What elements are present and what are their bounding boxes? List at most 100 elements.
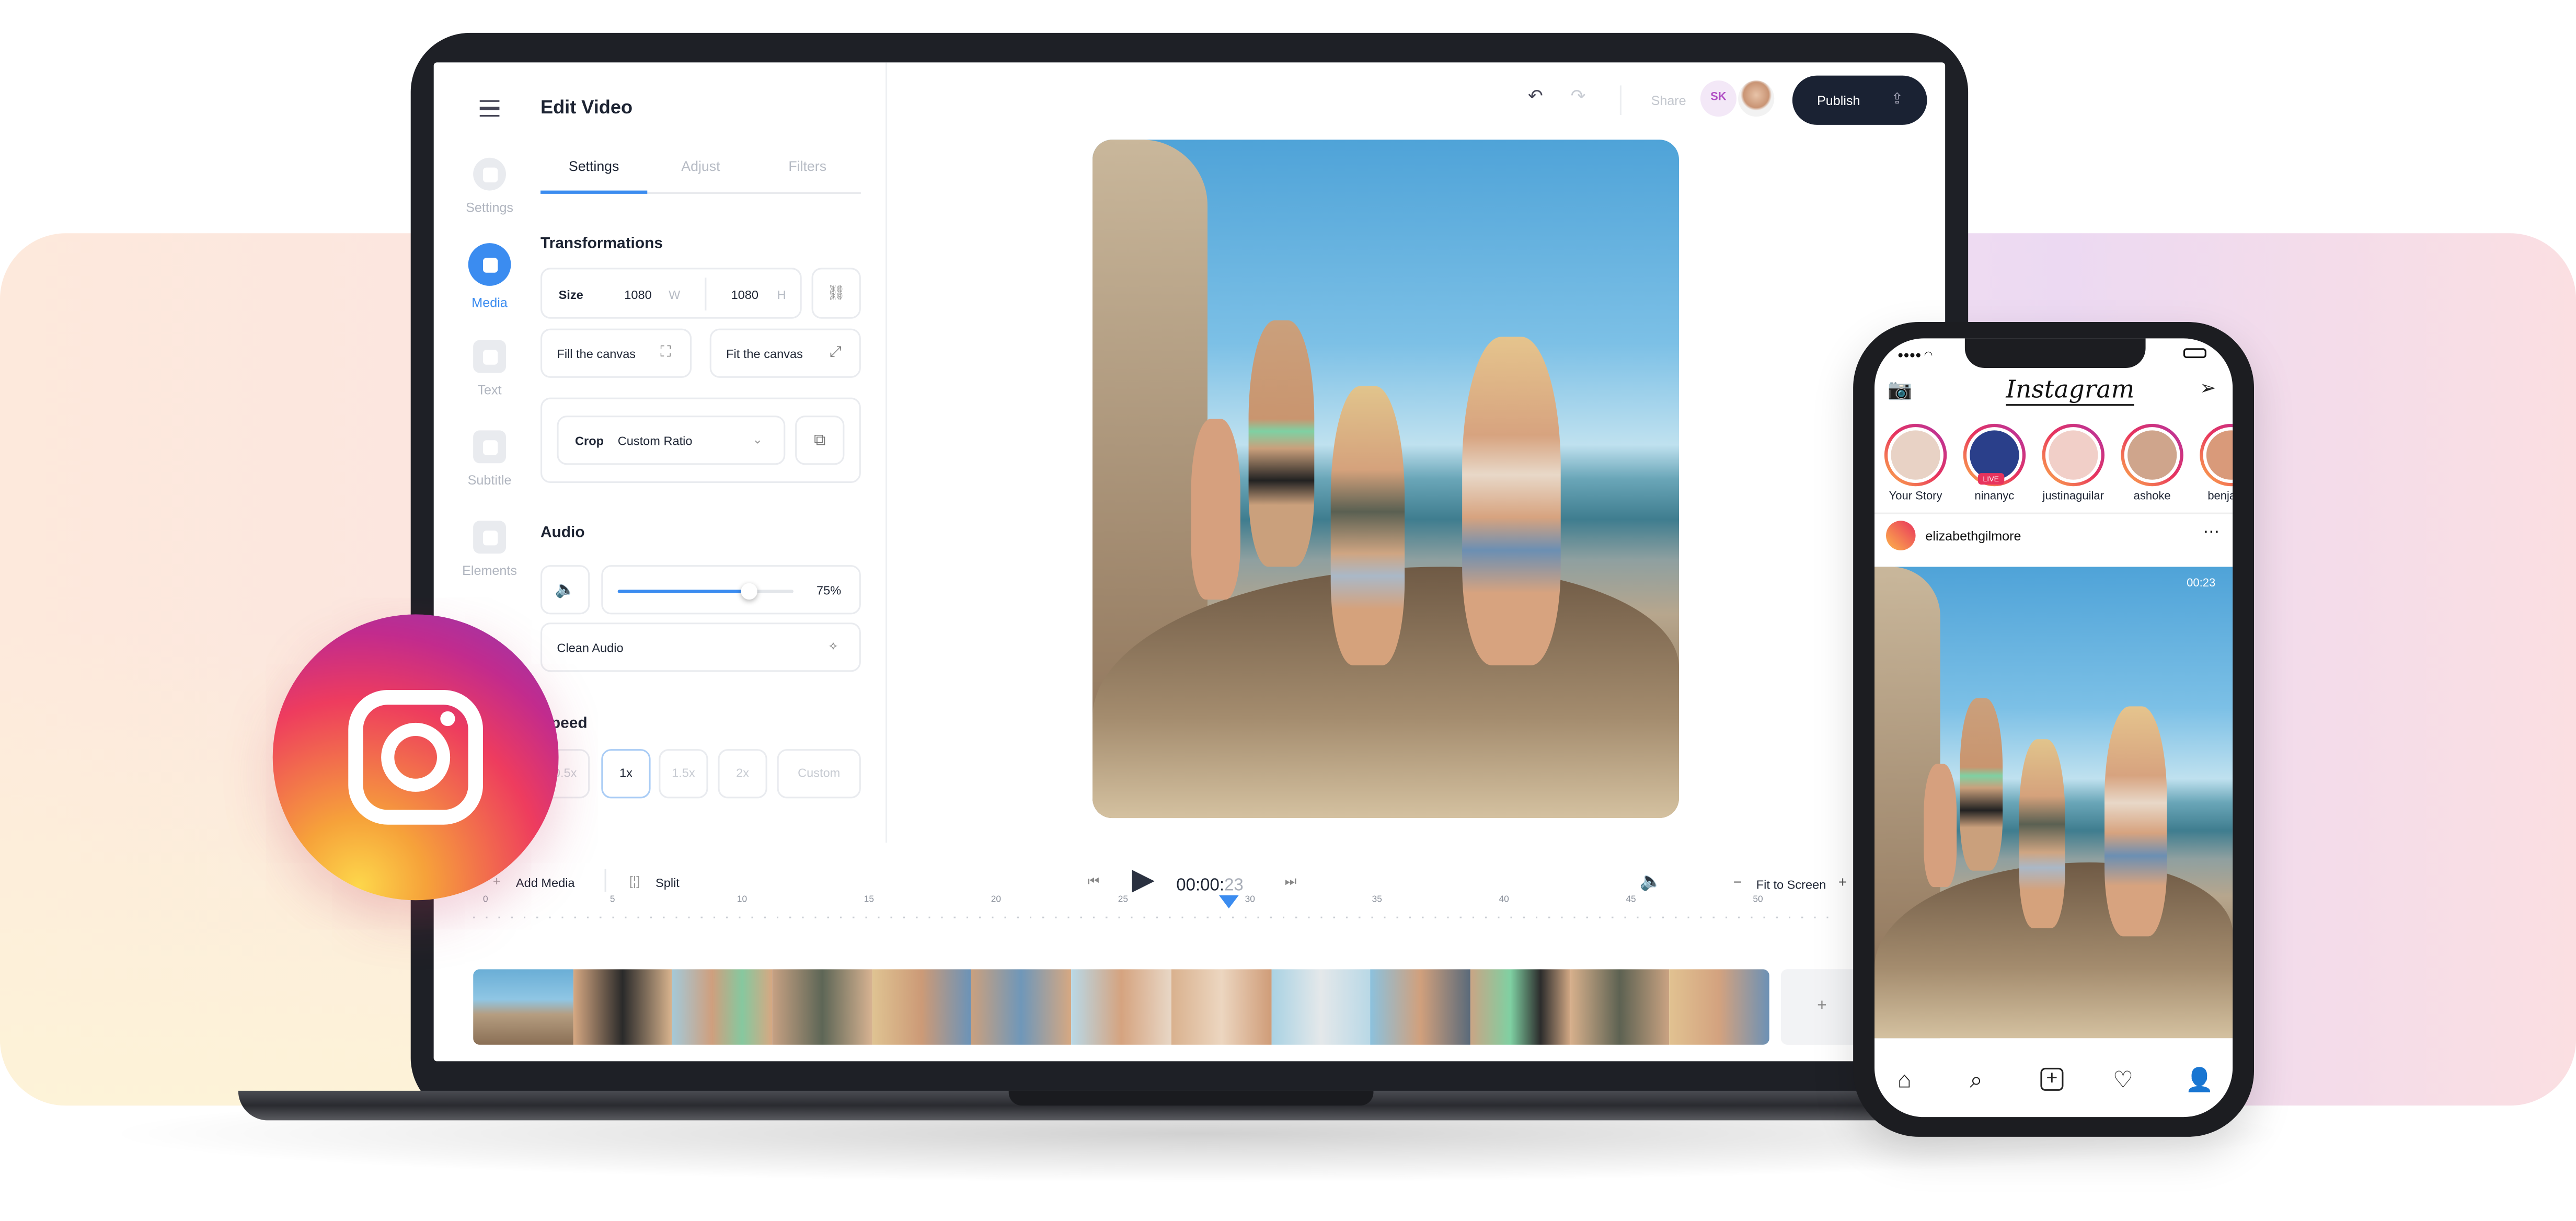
- timecode: 00:00:23: [1176, 876, 1244, 895]
- tab-filters[interactable]: Filters: [754, 158, 861, 192]
- filmstrip-frame: [572, 969, 673, 1045]
- filmstrip-frame: [1071, 969, 1171, 1045]
- speed-option-1x[interactable]: 1x: [601, 749, 651, 799]
- profile-icon[interactable]: 👤: [2185, 1066, 2214, 1094]
- zoom-out-icon[interactable]: −: [1733, 874, 1742, 890]
- sidebar-item-subtitle[interactable]: Subtitle: [457, 430, 523, 488]
- zoom-in-icon[interactable]: +: [1838, 874, 1847, 890]
- story-avatar: [2042, 423, 2104, 487]
- volume-knob[interactable]: [741, 583, 758, 600]
- share-button[interactable]: Share: [1651, 94, 1686, 108]
- story-ninanyc[interactable]: LIVE ninanyc: [1960, 423, 2029, 503]
- tab-settings[interactable]: Settings: [540, 158, 648, 194]
- tab-bar: Settings Adjust Filters: [540, 158, 861, 194]
- page-title: Edit Video: [540, 98, 633, 119]
- preview-photo: [1092, 140, 1679, 819]
- mute-button[interactable]: 🔈: [540, 565, 590, 615]
- height-unit: H: [777, 287, 786, 303]
- user-avatar-initials[interactable]: SK: [1700, 80, 1736, 117]
- add-post-icon[interactable]: +: [2040, 1067, 2064, 1091]
- post-video-time: 00:23: [2187, 578, 2216, 590]
- sidebar-item-text[interactable]: Text: [457, 340, 523, 398]
- crop-button[interactable]: ⧉: [795, 416, 845, 465]
- size-divider: [705, 278, 707, 310]
- heart-icon[interactable]: ♡: [2113, 1066, 2133, 1094]
- text-icon: [473, 340, 506, 373]
- story-avatar: LIVE: [1963, 423, 2026, 487]
- timeline-volume-icon[interactable]: 🔈: [1640, 871, 1662, 892]
- skip-forward-icon[interactable]: ⏭: [1285, 874, 1297, 890]
- speed-option-2x[interactable]: 2x: [718, 749, 767, 799]
- timeline-divider: [604, 869, 606, 892]
- person-3: [1330, 386, 1405, 665]
- toolbar-divider: [1619, 85, 1622, 115]
- story-your-story[interactable]: Your Story: [1881, 423, 1950, 503]
- height-input[interactable]: 1080: [731, 287, 758, 302]
- undo-icon[interactable]: ↶: [1528, 85, 1543, 107]
- play-icon[interactable]: ▶: [1132, 862, 1155, 897]
- hamburger-menu-icon[interactable]: [479, 100, 500, 117]
- settings-icon: [473, 157, 506, 191]
- filmstrip-frame: [772, 969, 872, 1045]
- expand-icon: ⛶: [660, 343, 671, 360]
- video-preview[interactable]: [1092, 140, 1679, 819]
- laptop-hinge: [1008, 1090, 1374, 1106]
- width-input[interactable]: 1080: [624, 287, 651, 302]
- person-4: [1462, 337, 1561, 665]
- tab-adjust[interactable]: Adjust: [647, 158, 754, 192]
- link-icon: ⛓: [826, 284, 846, 301]
- media-icon: [468, 243, 511, 286]
- speaker-icon: 🔈: [555, 581, 576, 599]
- redo-icon[interactable]: ↷: [1571, 85, 1586, 107]
- story-justinaguilar[interactable]: justinaguilar: [2039, 423, 2108, 503]
- filmstrip[interactable]: [473, 969, 1769, 1045]
- filmstrip-frame: [1669, 969, 1769, 1045]
- add-media-button[interactable]: Add Media: [516, 876, 575, 890]
- ruler-tick-label: 10: [737, 895, 748, 905]
- fit-to-screen-button[interactable]: Fit to Screen: [1756, 877, 1826, 892]
- chevron-down-icon: ⌄: [752, 432, 763, 447]
- ruler-tick-label: 50: [1753, 895, 1763, 905]
- link-aspect-button[interactable]: ⛓: [811, 268, 861, 319]
- clean-audio-button[interactable]: Clean Audio ✧: [540, 623, 861, 672]
- home-icon[interactable]: ⌂: [1898, 1066, 1912, 1092]
- sidebar-item-media[interactable]: Media: [457, 243, 523, 310]
- camera-icon[interactable]: 📷: [1888, 378, 1912, 401]
- ruler-tick-label: 15: [864, 895, 875, 905]
- publish-button[interactable]: Publish ⇪: [1792, 75, 1927, 125]
- sidebar-item-elements[interactable]: Elements: [457, 521, 523, 578]
- resize-diagonal-icon: ⤢: [830, 343, 842, 360]
- split-button[interactable]: Split: [656, 876, 680, 890]
- playhead[interactable]: [1219, 895, 1239, 908]
- ruler-tick-label: 25: [1118, 895, 1128, 905]
- speed-option-custom[interactable]: Custom: [777, 749, 861, 799]
- speed-option-1-5x[interactable]: 1.5x: [659, 749, 708, 799]
- story-benjamin[interactable]: benjamin: [2196, 423, 2233, 503]
- sidebar-item-settings[interactable]: Settings: [457, 157, 523, 215]
- battery-icon: [2183, 348, 2206, 359]
- ruler-tick-label: 20: [991, 895, 1001, 905]
- fit-canvas-button[interactable]: Fit the canvas ⤢: [709, 328, 861, 378]
- person-1: [1191, 419, 1240, 600]
- person-3: [2019, 739, 2065, 928]
- fill-canvas-button[interactable]: Fill the canvas ⛶: [540, 328, 692, 378]
- ruler-tick-label: 45: [1626, 895, 1636, 905]
- phone-screen: ●●●● ◠ 📷 Instagram ➢ Your Story LIVE nin…: [1874, 338, 2233, 1118]
- post-username[interactable]: elizabethgilmore: [1925, 529, 2021, 544]
- volume-track[interactable]: [617, 583, 794, 600]
- post-user-avatar[interactable]: [1886, 521, 1916, 550]
- skip-back-icon[interactable]: ⏮: [1088, 874, 1100, 890]
- send-icon[interactable]: ➢: [2200, 376, 2216, 399]
- story-avatar: [1884, 423, 1947, 487]
- crop-icon: ⧉: [814, 431, 826, 450]
- more-options-icon[interactable]: ⋯: [2203, 524, 2220, 543]
- filmstrip-frame: [672, 969, 773, 1045]
- user-avatar-photo[interactable]: [1738, 80, 1775, 117]
- timeline: + Add Media [¦] Split ⏮ ▶ 00:00:23 ⏭ 🔈 −…: [433, 843, 1946, 1062]
- crop-select[interactable]: Crop Custom Ratio ⌄: [557, 416, 786, 465]
- filmstrip-frame: [1570, 969, 1670, 1045]
- add-clip-button[interactable]: +: [1780, 969, 1863, 1045]
- post-video[interactable]: 00:23: [1874, 567, 2233, 1039]
- story-ashoke[interactable]: ashoke: [2118, 423, 2187, 503]
- search-icon[interactable]: ⌕: [1970, 1066, 1983, 1094]
